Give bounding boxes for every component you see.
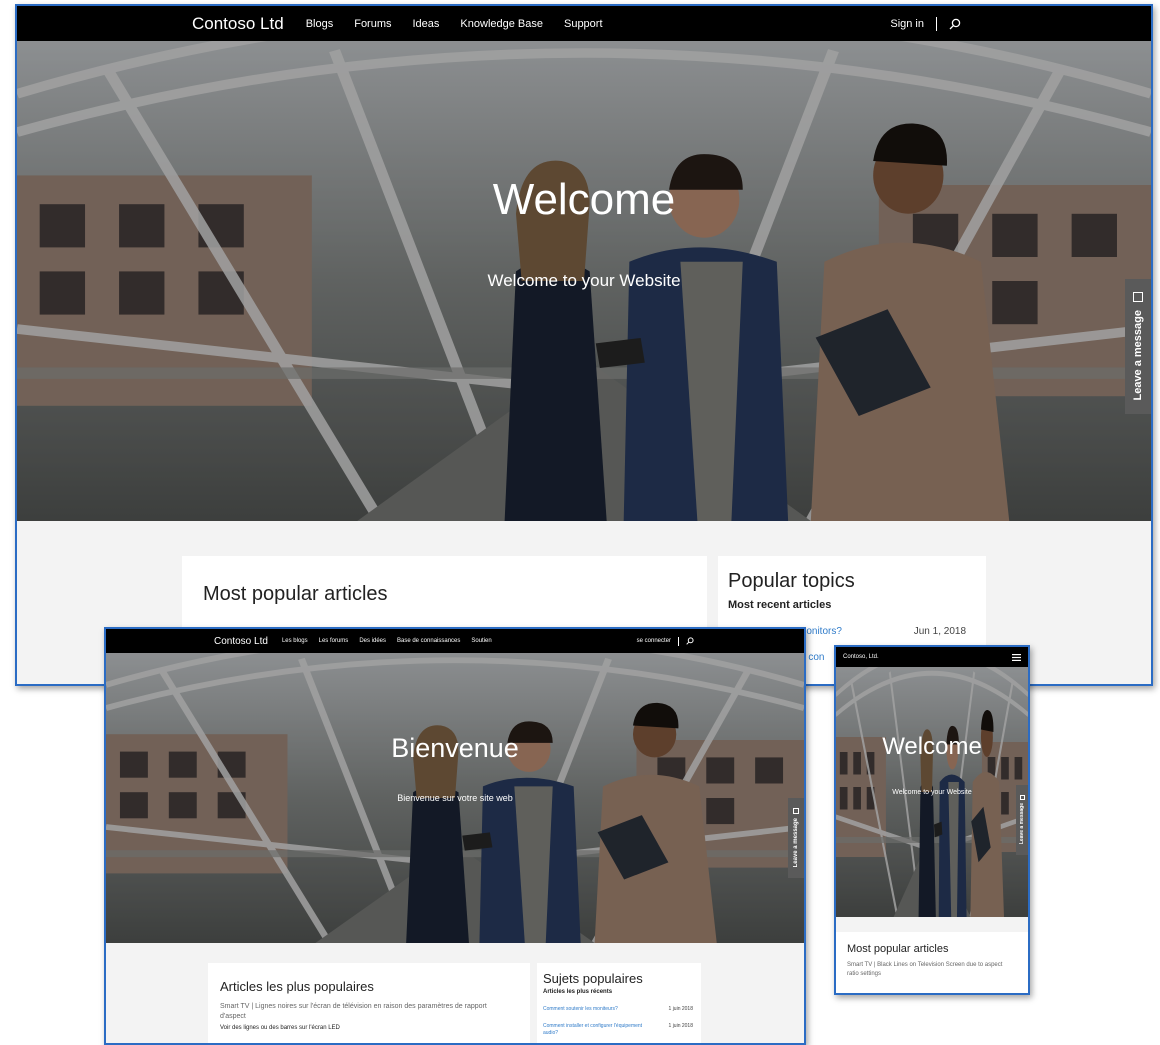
recent-article-date: 1 juin 2018 bbox=[668, 1006, 693, 1012]
hero-title: Welcome bbox=[492, 175, 676, 224]
leave-message-label: Leave a message bbox=[1019, 803, 1025, 845]
nav-right-group: se connecter bbox=[637, 636, 694, 646]
recent-article-link[interactable]: Comment soutenir les moniteurs? bbox=[543, 1006, 618, 1012]
message-icon bbox=[1133, 292, 1143, 303]
article-title[interactable]: Smart TV | Lignes noires sur l'écran de … bbox=[220, 1002, 514, 1022]
message-icon bbox=[793, 808, 799, 815]
nav-right-group bbox=[1012, 648, 1021, 666]
leave-message-tab[interactable]: Leave a message bbox=[788, 798, 804, 878]
nav-link-ideas[interactable]: Ideas bbox=[413, 18, 440, 30]
top-navigation-bar: Contoso, Ltd. bbox=[836, 647, 1028, 667]
recent-articles-heading: Articles les plus récents bbox=[543, 989, 613, 995]
leave-message-tab[interactable]: Leave a message bbox=[1016, 785, 1028, 855]
article-title[interactable]: Smart TV | Black Lines on Television Scr… bbox=[847, 961, 1008, 979]
leave-message-label: Leave a message bbox=[1132, 310, 1144, 401]
most-popular-articles-card: Most popular articles Smart TV | Black L… bbox=[836, 932, 1028, 993]
leave-message-label: Leave a message bbox=[793, 818, 799, 868]
recent-article-date: Jun 1, 2018 bbox=[913, 626, 966, 637]
nav-link-knowledge-base[interactable]: Base de connaissances bbox=[397, 638, 460, 644]
nav-link-blogs[interactable]: Les blogs bbox=[282, 638, 308, 644]
nav-link-knowledge-base[interactable]: Knowledge Base bbox=[460, 18, 543, 30]
topics-heading: Sujets populaires bbox=[543, 971, 643, 986]
sign-in-link[interactable]: se connecter bbox=[637, 638, 671, 644]
hero-subtitle: Welcome to your Website bbox=[892, 789, 972, 796]
nav-links: Blogs Forums Ideas Knowledge Base Suppor… bbox=[306, 18, 603, 30]
hero-subtitle: Welcome to your Website bbox=[487, 271, 681, 290]
hero-title: Welcome bbox=[882, 733, 982, 760]
recent-articles-heading: Most recent articles bbox=[728, 599, 832, 611]
search-icon[interactable] bbox=[949, 18, 961, 30]
hamburger-menu-icon[interactable] bbox=[1012, 648, 1021, 666]
hero-banner: Welcome Welcome to your Website Leave a … bbox=[17, 41, 1151, 521]
nav-link-blogs[interactable]: Blogs bbox=[306, 18, 334, 30]
nav-divider bbox=[678, 636, 679, 646]
articles-heading: Most popular articles bbox=[847, 943, 949, 955]
nav-divider bbox=[936, 16, 937, 31]
recent-article-link[interactable]: Comment installer et configurer l'équipe… bbox=[543, 1023, 643, 1037]
brand-logo[interactable]: Contoso, Ltd. bbox=[843, 654, 879, 660]
recent-article-row: Monitors? Jun 1, 2018 bbox=[798, 626, 966, 637]
nav-link-forums[interactable]: Les forums bbox=[319, 638, 349, 644]
recent-article-row: Comment installer et configurer l'équipe… bbox=[543, 1023, 693, 1037]
popular-topics-card: Sujets populaires Articles les plus réce… bbox=[537, 963, 701, 1043]
article-snippet: Voir des lignes ou des barres sur l'écra… bbox=[220, 1025, 340, 1031]
nav-right-group: Sign in bbox=[890, 16, 961, 31]
nav-link-ideas[interactable]: Des idées bbox=[359, 638, 386, 644]
hero-banner: Welcome Welcome to your Website Leave a … bbox=[836, 667, 1028, 917]
nav-links: Les blogs Les forums Des idées Base de c… bbox=[282, 638, 492, 644]
search-icon[interactable] bbox=[686, 637, 694, 645]
leave-message-tab[interactable]: Leave a message bbox=[1125, 279, 1151, 414]
message-icon bbox=[1019, 795, 1025, 801]
nav-link-support[interactable]: Soutien bbox=[471, 638, 491, 644]
desktop-french-screenshot: Contoso Ltd Les blogs Les forums Des idé… bbox=[104, 627, 806, 1045]
mobile-english-screenshot: Contoso, Ltd. Welcome Welcome to your We… bbox=[834, 645, 1030, 995]
brand-logo[interactable]: Contoso Ltd bbox=[214, 636, 268, 647]
top-navigation-bar: Contoso Ltd Blogs Forums Ideas Knowledge… bbox=[17, 6, 1151, 41]
hero-banner: Bienvenue Bienvenue sur votre site web L… bbox=[106, 653, 804, 943]
articles-heading: Articles les plus populaires bbox=[220, 979, 374, 994]
hero-title: Bienvenue bbox=[391, 733, 519, 763]
articles-heading: Most popular articles bbox=[203, 583, 388, 605]
recent-article-row: Comment soutenir les moniteurs? 1 juin 2… bbox=[543, 1006, 693, 1012]
brand-logo[interactable]: Contoso Ltd bbox=[192, 14, 284, 34]
most-popular-articles-card: Articles les plus populaires Smart TV | … bbox=[208, 963, 530, 1043]
topics-heading: Popular topics bbox=[728, 570, 855, 592]
recent-article-date: 1 juin 2018 bbox=[668, 1023, 693, 1029]
sign-in-link[interactable]: Sign in bbox=[890, 18, 924, 30]
top-navigation-bar: Contoso Ltd Les blogs Les forums Des idé… bbox=[106, 629, 804, 653]
nav-link-forums[interactable]: Forums bbox=[354, 18, 391, 30]
nav-link-support[interactable]: Support bbox=[564, 18, 603, 30]
desktop-english-screenshot: Contoso Ltd Blogs Forums Ideas Knowledge… bbox=[15, 4, 1153, 686]
hero-subtitle: Bienvenue sur votre site web bbox=[397, 793, 513, 803]
